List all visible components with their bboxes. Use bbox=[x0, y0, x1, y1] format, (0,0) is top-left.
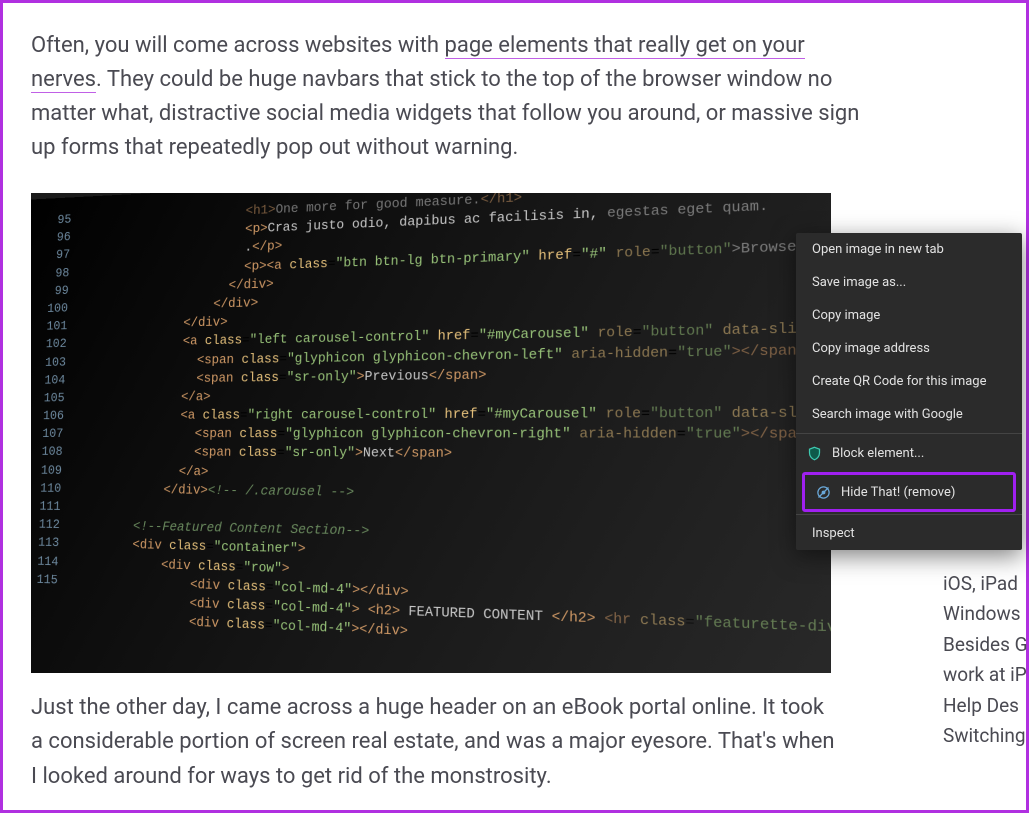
menu-item[interactable]: Search image with Google bbox=[796, 398, 1022, 431]
eye-off-icon bbox=[815, 484, 831, 500]
code-line: 106 <a class="right carousel-control" hr… bbox=[33, 403, 831, 426]
code-text bbox=[76, 500, 77, 515]
sidebar-line: Windows bbox=[943, 599, 1028, 629]
code-text: </div> bbox=[228, 276, 273, 293]
line-number: 105 bbox=[34, 390, 65, 408]
menu-item-hide-that[interactable]: Hide That! (remove) bbox=[805, 475, 1013, 509]
line-number: 95 bbox=[41, 211, 72, 230]
line-number: 114 bbox=[31, 552, 59, 571]
code-text: <span class="glyphicon glyphicon-chevron… bbox=[194, 426, 816, 443]
menu-item[interactable]: Open image in new tab bbox=[796, 233, 1022, 266]
sidebar-line: Help Des bbox=[943, 691, 1028, 721]
line-number: 115 bbox=[31, 571, 58, 590]
code-text: .</p> bbox=[244, 239, 282, 256]
sidebar-line: Switching bbox=[943, 721, 1028, 751]
code-text: </a> bbox=[179, 464, 209, 480]
line-number: 113 bbox=[31, 534, 59, 553]
menu-item[interactable]: Copy image bbox=[796, 299, 1022, 332]
line-number: 99 bbox=[38, 282, 69, 301]
line-number: 96 bbox=[40, 229, 71, 248]
code-text: </div> bbox=[183, 315, 228, 331]
sidebar-partial-text: iOS, iPadWindowsBesides Gwork at iPHelp … bbox=[943, 569, 1028, 751]
menu-item-block-element[interactable]: Block element... bbox=[796, 436, 1022, 470]
code-text: </div><!-- /.carousel --> bbox=[163, 482, 354, 500]
line-number: 107 bbox=[33, 426, 64, 444]
line-number: 103 bbox=[35, 354, 66, 372]
code-text: <a class="right carousel-control" href="… bbox=[180, 404, 831, 423]
line-number: 100 bbox=[38, 300, 69, 319]
shield-icon bbox=[806, 445, 822, 461]
menu-label: Hide That! (remove) bbox=[841, 485, 955, 500]
intro-after-link: . They could be huge navbars that stick … bbox=[31, 67, 859, 160]
line-number: 101 bbox=[37, 318, 68, 337]
line-number: 112 bbox=[31, 516, 60, 535]
menu-label: Block element... bbox=[832, 446, 924, 461]
line-number bbox=[31, 619, 56, 620]
code-text: </a> bbox=[181, 389, 211, 405]
line-number: 109 bbox=[31, 462, 62, 480]
code-screenshot[interactable]: 95 <h1>One more for good measure.</h1>96… bbox=[31, 193, 831, 673]
line-number: 110 bbox=[31, 480, 61, 499]
line-number: 111 bbox=[31, 498, 61, 517]
outro-paragraph: Just the other day, I came across a huge… bbox=[31, 691, 841, 793]
intro-before-link: Often, you will come across websites wit… bbox=[31, 33, 445, 58]
line-number bbox=[31, 601, 57, 602]
sidebar-line: iOS, iPad bbox=[943, 569, 1028, 599]
sidebar-line: Besides G bbox=[943, 630, 1028, 660]
menu-separator bbox=[796, 433, 1022, 434]
highlighted-menu-item: Hide That! (remove) bbox=[802, 472, 1016, 512]
menu-item-inspect[interactable]: Inspect bbox=[796, 517, 1022, 550]
code-text: <div class="container"> bbox=[132, 538, 306, 558]
code-line: 107 <span class="glyphicon glyphicon-che… bbox=[33, 424, 831, 445]
line-number: 108 bbox=[32, 444, 63, 462]
menu-item[interactable]: Copy image address bbox=[796, 332, 1022, 365]
line-number: 97 bbox=[40, 247, 71, 266]
menu-item[interactable]: Create QR Code for this image bbox=[796, 365, 1022, 398]
line-number: 106 bbox=[33, 408, 64, 426]
intro-paragraph: Often, you will come across websites wit… bbox=[31, 29, 861, 165]
line-number: 104 bbox=[35, 372, 66, 390]
code-text: <div class="row"> bbox=[161, 557, 290, 576]
code-text: </div> bbox=[213, 295, 258, 312]
code-text: <span class="sr-only">Next</span> bbox=[194, 445, 452, 462]
code-text: <span class="sr-only">Previous</span> bbox=[196, 367, 486, 386]
line-number: 98 bbox=[39, 264, 70, 283]
code-content: 95 <h1>One more for good measure.</h1>96… bbox=[31, 193, 831, 673]
browser-context-menu: Open image in new tabSave image as...Cop… bbox=[796, 233, 1022, 550]
menu-separator bbox=[796, 514, 1022, 515]
menu-item[interactable]: Save image as... bbox=[796, 266, 1022, 299]
sidebar-line: work at iP bbox=[943, 660, 1028, 690]
line-number: 102 bbox=[36, 336, 67, 354]
